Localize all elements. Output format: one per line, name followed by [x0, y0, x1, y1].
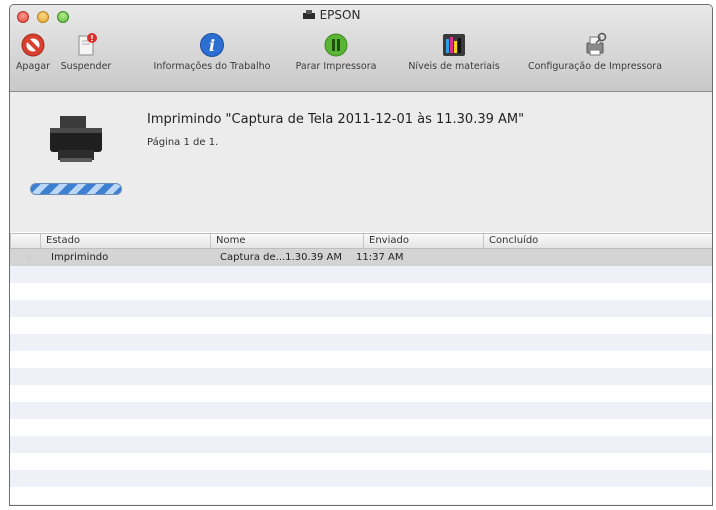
column-header-concluido[interactable]: Concluído [483, 234, 712, 248]
empty-row [10, 504, 712, 505]
empty-row [10, 470, 712, 487]
print-queue-window: EPSON Apagar Suspender i Informações do … [9, 4, 713, 506]
current-job-panel: Imprimindo "Captura de Tela 2011-12-01 à… [10, 92, 712, 232]
empty-row [10, 334, 712, 351]
job-title: Imprimindo "Captura de Tela 2011-12-01 à… [147, 112, 525, 127]
window-title-area: EPSON [10, 8, 712, 23]
empty-row [10, 436, 712, 453]
empty-row [10, 385, 712, 402]
pause-icon [322, 31, 350, 59]
row-concluido [488, 249, 493, 266]
table-rows: Imprimindo Captura de...1.30.39 AM 11:37… [10, 249, 712, 505]
supply-levels-label: Níveis de materiais [408, 61, 500, 72]
row-enviado: 11:37 AM [356, 252, 404, 263]
table-header: Estado Nome Enviado Concluído [10, 233, 712, 249]
suspend-icon [72, 31, 100, 59]
empty-row [10, 419, 712, 436]
job-status-dot-icon [26, 254, 33, 261]
printer-icon [50, 116, 102, 162]
window-title: EPSON [319, 8, 361, 22]
empty-row [10, 351, 712, 368]
job-info-button[interactable]: i Informações do Trabalho [138, 31, 286, 72]
delete-icon [19, 31, 47, 59]
svg-text:i: i [209, 36, 215, 55]
column-header-status-icon[interactable] [10, 234, 40, 248]
empty-row [10, 266, 712, 283]
supply-levels-button[interactable]: Níveis de materiais [395, 31, 513, 72]
pause-printer-button[interactable]: Parar Impressora [288, 31, 384, 72]
empty-row [10, 453, 712, 470]
printer-setup-button[interactable]: Configuração de Impressora [515, 31, 675, 72]
empty-row [10, 317, 712, 334]
supply-levels-icon [440, 31, 468, 59]
printer-setup-icon [581, 31, 609, 59]
column-header-nome[interactable]: Nome [210, 234, 363, 248]
title-bar: EPSON Apagar Suspender i Informações do … [10, 5, 712, 92]
row-nome: Captura de...1.30.39 AM [220, 252, 342, 263]
empty-row [10, 300, 712, 317]
empty-row [10, 402, 712, 419]
job-table: Estado Nome Enviado Concluído Imprimindo… [10, 233, 712, 505]
printer-title-icon [302, 10, 315, 19]
empty-row [10, 487, 712, 504]
row-estado: Imprimindo [51, 252, 109, 263]
column-header-estado[interactable]: Estado [40, 234, 210, 248]
printer-setup-label: Configuração de Impressora [527, 61, 663, 72]
toolbar: Apagar Suspender i Informações do Trabal… [10, 29, 712, 89]
delete-label: Apagar [15, 61, 51, 72]
empty-row [10, 283, 712, 300]
empty-row [10, 368, 712, 385]
job-page-count: Página 1 de 1. [147, 137, 219, 148]
pause-printer-label: Parar Impressora [295, 61, 377, 72]
column-header-enviado[interactable]: Enviado [363, 234, 483, 248]
delete-button[interactable]: Apagar [13, 31, 53, 72]
suspend-label: Suspender [60, 61, 112, 72]
table-row[interactable]: Imprimindo Captura de...1.30.39 AM 11:37… [10, 249, 712, 266]
info-icon: i [198, 31, 226, 59]
job-progress-bar [30, 183, 122, 195]
suspend-button[interactable]: Suspender [57, 31, 115, 72]
job-info-label: Informações do Trabalho [153, 61, 271, 72]
